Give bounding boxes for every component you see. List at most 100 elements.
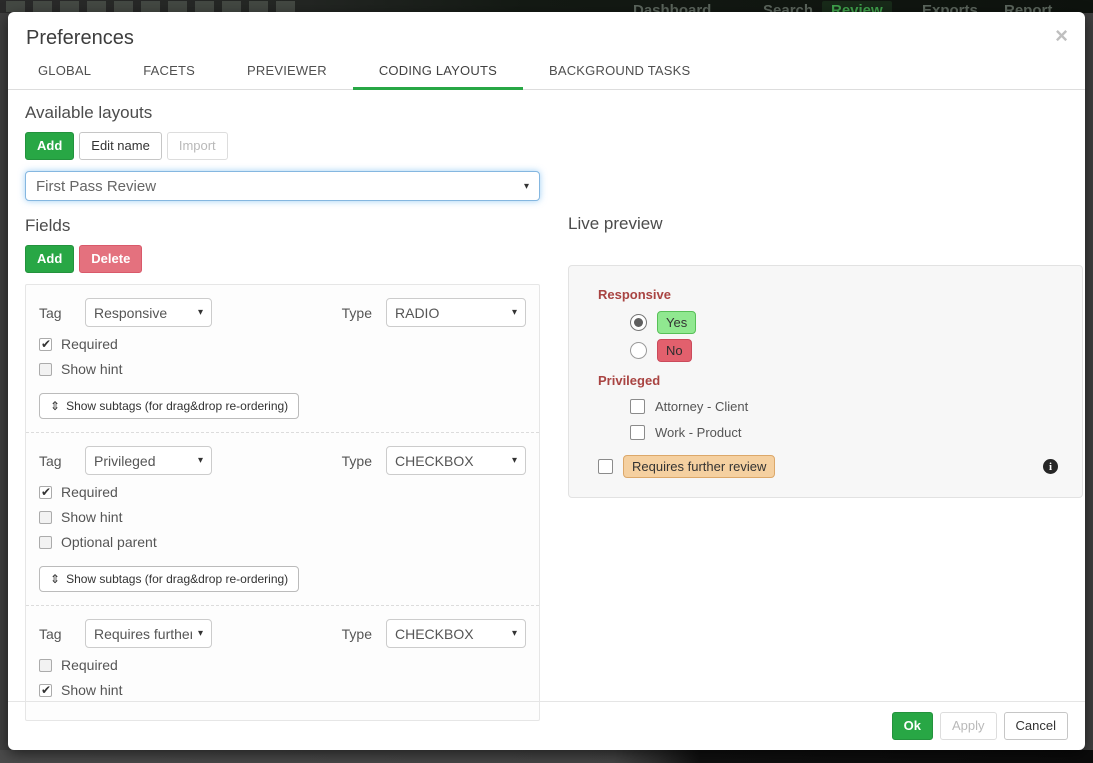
live-preview-panel: Responsive Yes No Privileged Attorney - … (568, 265, 1083, 498)
checkbox-icon (39, 363, 52, 376)
option-badge-no[interactable]: No (657, 339, 692, 362)
tag-type-row: Tag Responsive ▾ Type RADIO ▾ (39, 298, 526, 327)
add-layout-button[interactable]: Add (25, 132, 74, 160)
layouts-column: Available layouts Add Edit name Import F… (25, 104, 540, 721)
tag-select-value: Responsive (94, 305, 192, 321)
checkbox-icon (39, 511, 52, 524)
tag-label: Tag (39, 626, 72, 642)
layout-select-value: First Pass Review (36, 178, 156, 195)
sort-updown-icon: ⇕ (50, 399, 60, 413)
required-checkbox[interactable]: Required (39, 336, 526, 352)
tab-bar: GLOBAL FACETS PREVIEWER CODING LAYOUTS B… (8, 50, 1085, 90)
show-hint-checkbox[interactable]: Show hint (39, 509, 526, 525)
chevron-down-icon: ▾ (512, 455, 517, 466)
show-subtags-button[interactable]: ⇕ Show subtags (for drag&drop re-orderin… (39, 393, 299, 419)
background-footer-strip (0, 750, 1093, 763)
show-hint-checkbox[interactable]: Show hint (39, 361, 526, 377)
type-select[interactable]: CHECKBOX ▾ (386, 446, 526, 475)
field-actions: Add Delete (25, 245, 540, 273)
page-title: Preferences (26, 27, 134, 50)
modal-footer: Ok Apply Cancel (8, 701, 1085, 750)
chevron-down-icon: ▾ (198, 628, 203, 639)
checkbox-label: Optional parent (61, 534, 157, 550)
tag-type-row: Tag Privileged ▾ Type CHECKBOX ▾ (39, 446, 526, 475)
checkbox-label: Work - Product (655, 425, 741, 440)
close-icon[interactable]: × (1055, 25, 1068, 47)
delete-field-button[interactable]: Delete (79, 245, 142, 273)
layout-select[interactable]: First Pass Review ▾ (25, 171, 540, 201)
show-subtags-button[interactable]: ⇕ Show subtags (for drag&drop re-orderin… (39, 566, 299, 592)
live-preview-column: Live preview Responsive Yes No Privilege… (568, 215, 1083, 498)
checkbox-icon (39, 684, 52, 697)
cancel-button[interactable]: Cancel (1004, 712, 1068, 740)
preview-checkbox-option[interactable]: Attorney - Client (630, 399, 1066, 414)
checkbox-icon[interactable] (630, 425, 645, 440)
field-group-privileged: Tag Privileged ▾ Type CHECKBOX ▾ Require… (26, 432, 539, 605)
field-group-responsive: Tag Responsive ▾ Type RADIO ▾ Required (26, 285, 539, 432)
checkbox-icon (39, 536, 52, 549)
checkbox-icon (39, 486, 52, 499)
tag-label: Tag (39, 453, 72, 469)
radio-icon[interactable] (630, 314, 647, 331)
hint-field-badge[interactable]: Requires further review (623, 455, 775, 478)
tag-type-row: Tag Requires further review ▾ Type CHECK… (39, 619, 526, 648)
fields-heading: Fields (25, 217, 540, 235)
show-subtags-label: Show subtags (for drag&drop re-ordering) (66, 572, 288, 586)
optional-parent-checkbox[interactable]: Optional parent (39, 534, 526, 550)
preview-checkbox-option[interactable]: Work - Product (630, 425, 1066, 440)
checkbox-label: Show hint (61, 361, 122, 377)
tag-select[interactable]: Responsive ▾ (85, 298, 212, 327)
live-preview-heading: Live preview (568, 215, 1083, 233)
radio-icon[interactable] (630, 342, 647, 359)
type-label: Type (342, 453, 386, 469)
fields-panel: Tag Responsive ▾ Type RADIO ▾ Required (25, 284, 540, 721)
tag-select[interactable]: Privileged ▾ (85, 446, 212, 475)
chevron-down-icon: ▾ (512, 307, 517, 318)
tab-coding-layouts[interactable]: CODING LAYOUTS (353, 50, 523, 90)
checkbox-label: Required (61, 336, 118, 352)
chevron-down-icon: ▾ (524, 181, 529, 192)
tab-background-tasks[interactable]: BACKGROUND TASKS (523, 50, 716, 90)
apply-button[interactable]: Apply (940, 712, 997, 740)
checkbox-icon (39, 338, 52, 351)
ok-button[interactable]: Ok (892, 712, 933, 740)
preferences-modal: Preferences × GLOBAL FACETS PREVIEWER CO… (8, 12, 1085, 750)
preview-radio-option[interactable]: No (630, 339, 1066, 362)
tab-global[interactable]: GLOBAL (12, 50, 117, 90)
show-subtags-label: Show subtags (for drag&drop re-ordering) (66, 399, 288, 413)
type-select-value: CHECKBOX (395, 453, 506, 469)
import-button[interactable]: Import (167, 132, 228, 160)
required-checkbox[interactable]: Required (39, 657, 526, 673)
required-checkbox[interactable]: Required (39, 484, 526, 500)
type-label: Type (342, 305, 386, 321)
add-field-button[interactable]: Add (25, 245, 74, 273)
checkbox-label: Required (61, 484, 118, 500)
info-icon[interactable]: i (1043, 459, 1058, 474)
tab-facets[interactable]: FACETS (117, 50, 221, 90)
available-layouts-heading: Available layouts (25, 104, 540, 122)
edit-name-button[interactable]: Edit name (79, 132, 162, 160)
tag-select[interactable]: Requires further review ▾ (85, 619, 212, 648)
tab-previewer[interactable]: PREVIEWER (221, 50, 353, 90)
chevron-down-icon: ▾ (198, 455, 203, 466)
preview-hint-field-row: Requires further review i (598, 455, 1066, 478)
checkbox-icon[interactable] (598, 459, 613, 474)
option-badge-yes[interactable]: Yes (657, 311, 696, 334)
preview-group-label-responsive: Responsive (598, 287, 1066, 302)
tag-select-value: Requires further review (94, 626, 192, 642)
show-hint-checkbox[interactable]: Show hint (39, 682, 526, 698)
checkbox-label: Show hint (61, 509, 122, 525)
chevron-down-icon: ▾ (198, 307, 203, 318)
checkbox-icon (39, 659, 52, 672)
tag-select-value: Privileged (94, 453, 192, 469)
preview-radio-option[interactable]: Yes (630, 311, 1066, 334)
checkbox-icon[interactable] (630, 399, 645, 414)
checkbox-label: Required (61, 657, 118, 673)
type-select[interactable]: CHECKBOX ▾ (386, 619, 526, 648)
checkbox-label: Attorney - Client (655, 399, 748, 414)
layout-actions: Add Edit name Import (25, 132, 540, 160)
type-select[interactable]: RADIO ▾ (386, 298, 526, 327)
chevron-down-icon: ▾ (512, 628, 517, 639)
sort-updown-icon: ⇕ (50, 572, 60, 586)
tag-label: Tag (39, 305, 72, 321)
